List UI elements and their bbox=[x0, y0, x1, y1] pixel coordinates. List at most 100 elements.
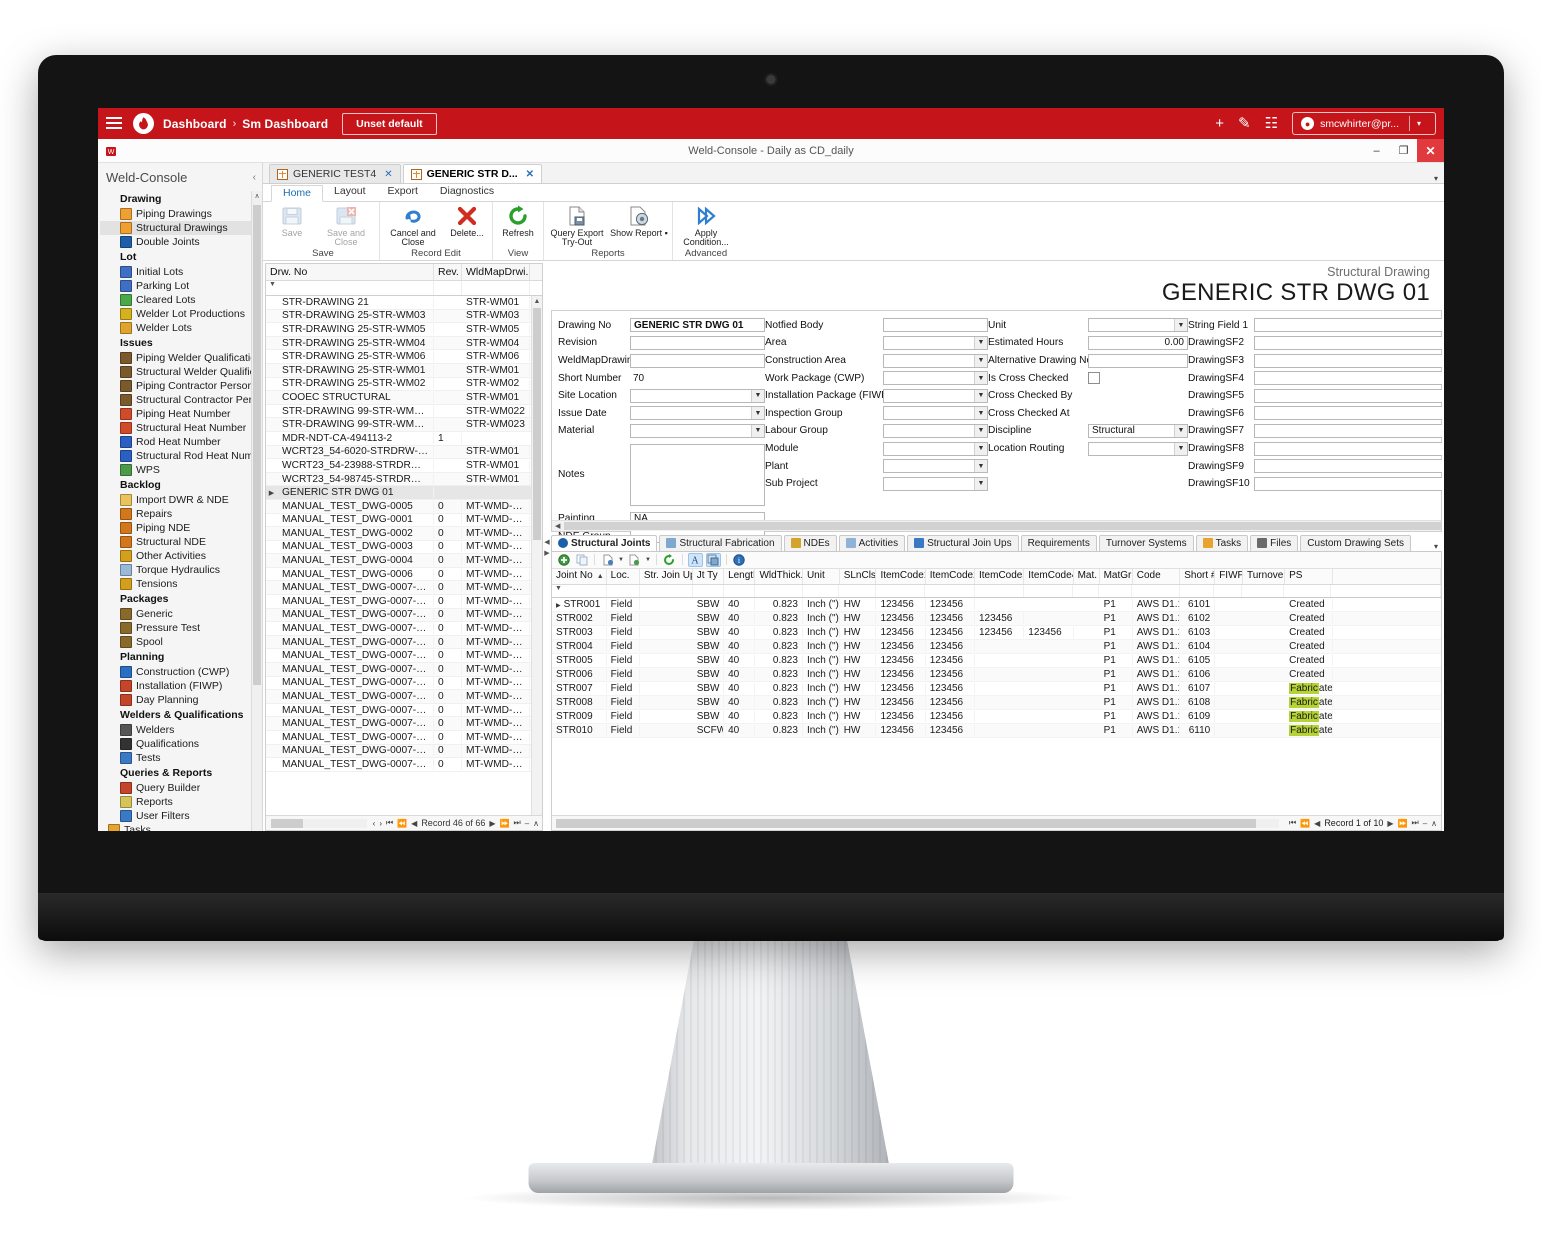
column-header-wldthick[interactable]: WldThick. bbox=[755, 568, 803, 584]
filter-cell-turnover[interactable] bbox=[1242, 584, 1284, 597]
sidebar-item-structural-rod-heat-number[interactable]: Structural Rod Heat Number bbox=[100, 449, 262, 463]
filter-cell-slnclss[interactable] bbox=[839, 584, 877, 597]
chevron-down-icon[interactable]: ▼ bbox=[974, 477, 987, 490]
table-row[interactable]: MDR-NDT-CA-494113-2 1 bbox=[266, 432, 542, 446]
table-row[interactable]: MANUAL_TEST_DWG-0007-MT-WMD-...0MT-WMD-0… bbox=[266, 704, 542, 718]
table-row[interactable]: STR008 Field SBW 40 0.823 Inch (") HW 123456 123… bbox=[552, 695, 1441, 710]
duplicate-record-icon[interactable] bbox=[574, 553, 589, 567]
autofit-text-icon[interactable]: A bbox=[687, 552, 703, 567]
ribbon-tab-diagnostics[interactable]: Diagnostics bbox=[429, 184, 505, 201]
tab-overflow-chevron-down-icon[interactable]: ▾ bbox=[1434, 174, 1438, 183]
table-row[interactable]: MANUAL_TEST_DWG-0002 0 MT-WMD-002 bbox=[266, 527, 542, 541]
ribbon-button-apply-condition[interactable]: Apply Condition... bbox=[675, 202, 737, 248]
user-account-menu[interactable]: ● smcwhirter@pr... ▾ bbox=[1292, 112, 1436, 135]
select-module[interactable]: ▼ bbox=[883, 441, 988, 456]
sidebar-item-user-filters[interactable]: User Filters bbox=[100, 809, 262, 823]
table-row[interactable]: WCRT23_54-98745-STRDRW-0001 STR-WM01 bbox=[266, 472, 542, 487]
textarea-notes[interactable] bbox=[630, 443, 765, 506]
column-chooser-icon[interactable] bbox=[705, 552, 721, 567]
joints-hscrollbar[interactable] bbox=[556, 818, 1279, 828]
input-estimated-hours[interactable]: 0.00 bbox=[1088, 335, 1188, 350]
column-header-wldmapdrwi[interactable]: WldMapDrwi... bbox=[462, 264, 530, 280]
table-row[interactable]: STR-DRAWING 25-STR-WM04 STR-WM04 bbox=[266, 336, 542, 351]
filter-cell-spacer[interactable] bbox=[1331, 584, 1441, 597]
sidebar-item-piping-welder-qualification[interactable]: Piping Welder Qualification bbox=[100, 351, 262, 365]
sidebar-item-tasks[interactable]: Tasks bbox=[100, 823, 262, 831]
nav-delete-button[interactable]: – bbox=[525, 819, 529, 828]
column-header-code[interactable]: Code bbox=[1133, 568, 1181, 584]
filter-cell-short[interactable] bbox=[1180, 584, 1215, 597]
filter-cell-ps[interactable] bbox=[1284, 584, 1332, 597]
hscroll-left-icon[interactable]: ‹ bbox=[373, 819, 376, 828]
sidebar-scrollbar[interactable]: ∧ bbox=[251, 191, 262, 831]
column-header-ps[interactable]: PS bbox=[1285, 568, 1333, 584]
sidebar-item-generic[interactable]: Generic bbox=[100, 607, 262, 621]
sidebar-item-piping-heat-number[interactable]: Piping Heat Number bbox=[100, 407, 262, 421]
chevron-down-icon[interactable]: ▼ bbox=[1174, 319, 1187, 332]
table-row[interactable]: MANUAL_TEST_DWG-0007-MT-WMD-...0MT-WMD-0… bbox=[266, 635, 542, 650]
sidebar-item-reports[interactable]: Reports bbox=[100, 795, 262, 809]
add-icon[interactable]: + bbox=[1215, 116, 1224, 131]
select-site-location[interactable]: ▼ bbox=[630, 388, 765, 403]
nav-first-button[interactable]: ⏮ bbox=[386, 818, 393, 828]
add-record-icon[interactable] bbox=[556, 553, 571, 567]
table-row[interactable]: STR007 Field SBW 40 0.823 Inch (") HW 123456 123… bbox=[552, 682, 1441, 696]
breadcrumb-sm-dashboard[interactable]: Sm Dashboard bbox=[242, 117, 328, 131]
input-string-field-1[interactable] bbox=[1254, 318, 1442, 333]
tab-ndes[interactable]: NDEs bbox=[783, 534, 837, 551]
sidebar-item-cleared-lots[interactable]: Cleared Lots bbox=[100, 293, 262, 307]
chevron-down-icon[interactable]: ▾ bbox=[1408, 116, 1427, 131]
sidebar-item-structural-heat-number[interactable]: Structural Heat Number bbox=[100, 421, 262, 435]
joints-nav-first-button[interactable]: ⏮ bbox=[1289, 818, 1296, 828]
table-row[interactable]: MANUAL_TEST_DWG-0001 0 MT-WMD-002 bbox=[266, 514, 542, 528]
sidebar-item-structural-nde[interactable]: Structural NDE bbox=[100, 535, 262, 549]
column-header-itemcode2[interactable]: ItemCode2. bbox=[926, 568, 975, 584]
chevron-down-icon[interactable]: ▼ bbox=[974, 407, 987, 420]
sidebar-item-welder-lots[interactable]: Welder Lots bbox=[100, 321, 262, 335]
tab-tasks[interactable]: Tasks bbox=[1195, 534, 1249, 551]
column-header-itemcode3[interactable]: ItemCode3. bbox=[975, 568, 1025, 584]
filter-cell-str-join-up[interactable] bbox=[640, 584, 694, 597]
column-header-length[interactable]: Length bbox=[724, 568, 756, 584]
unset-default-button[interactable]: Unset default bbox=[342, 112, 437, 135]
sidebar-item-qualifications[interactable]: Qualifications bbox=[100, 737, 262, 751]
ribbon-button-cancel-and-close[interactable]: Cancel and Close bbox=[382, 202, 444, 248]
app-grid-icon[interactable]: ☷ bbox=[1265, 116, 1278, 131]
joints-nav-prev-page-button[interactable]: ⏪ bbox=[1300, 819, 1310, 828]
tab-structural-fabrication[interactable]: Structural Fabrication bbox=[659, 534, 782, 551]
select-construction-area[interactable]: ▼ bbox=[883, 353, 988, 368]
filter-cell-wmd[interactable] bbox=[462, 281, 530, 295]
column-header-jt-ty[interactable]: Jt Ty bbox=[693, 568, 725, 584]
info-icon[interactable]: i bbox=[732, 553, 747, 567]
input-drawing-no[interactable]: GENERIC STR DWG 01 bbox=[630, 318, 765, 333]
table-row[interactable]: MANUAL_TEST_DWG-0007-MT-WMD-...0MT-WMD-0… bbox=[266, 717, 542, 731]
table-row[interactable]: STR-DRAWING 25-STR-WM06 STR-WM06 bbox=[266, 350, 542, 364]
hamburger-icon[interactable] bbox=[106, 117, 122, 130]
tab-structural-join-ups[interactable]: Structural Join Ups bbox=[907, 534, 1019, 551]
chevron-down-icon[interactable]: ▼ bbox=[974, 372, 987, 385]
sidebar-item-other-activities[interactable]: Other Activities bbox=[100, 549, 262, 563]
sidebar-item-piping-drawings[interactable]: Piping Drawings bbox=[100, 207, 262, 221]
sidebar-item-tests[interactable]: Tests bbox=[100, 751, 262, 765]
table-row[interactable]: MANUAL_TEST_DWG-0007-MT-WMD-...0MT-WMD-0… bbox=[266, 649, 542, 664]
nav-cancel-button[interactable]: ∧ bbox=[533, 819, 539, 828]
table-row[interactable]: STR006 Field SBW 40 0.823 Inch (") HW 123456 123… bbox=[552, 667, 1441, 682]
column-header-slnclss[interactable]: SLnClss bbox=[840, 568, 877, 584]
input-drawingsf5[interactable] bbox=[1254, 388, 1442, 403]
table-row[interactable]: STR003 Field SBW 40 0.823 Inch (") HW 123456 123… bbox=[552, 626, 1441, 640]
table-row[interactable]: MANUAL_TEST_DWG-0005 0 MT-WMD-002 bbox=[266, 499, 542, 514]
joints-nav-cancel-button[interactable]: ∧ bbox=[1431, 819, 1437, 828]
filter-cell-length[interactable] bbox=[724, 584, 756, 597]
chevron-down-icon[interactable]: ▼ bbox=[751, 424, 764, 437]
select-plant[interactable]: ▼ bbox=[883, 459, 988, 474]
table-row[interactable]: MANUAL_TEST_DWG-0007-MT-WMD-...0MT-WMD-0… bbox=[266, 690, 542, 704]
select-unit[interactable]: ▼ bbox=[1088, 318, 1188, 333]
sidebar-item-structural-welder-qualificatio[interactable]: Structural Welder Qualificatio bbox=[100, 365, 262, 379]
chevron-down-icon[interactable]: ▼ bbox=[974, 460, 987, 473]
ribbon-button-refresh[interactable]: Refresh bbox=[495, 202, 541, 248]
input-drawingsf2[interactable] bbox=[1254, 335, 1442, 350]
drawing-list-vscrollbar[interactable]: ▲ bbox=[531, 296, 542, 815]
select-installation-package-fiwp[interactable]: ▼ bbox=[883, 388, 988, 403]
column-header-fiwp[interactable]: FIWP bbox=[1215, 568, 1243, 584]
column-header-itemcode1[interactable]: ItemCode1. bbox=[876, 568, 926, 584]
